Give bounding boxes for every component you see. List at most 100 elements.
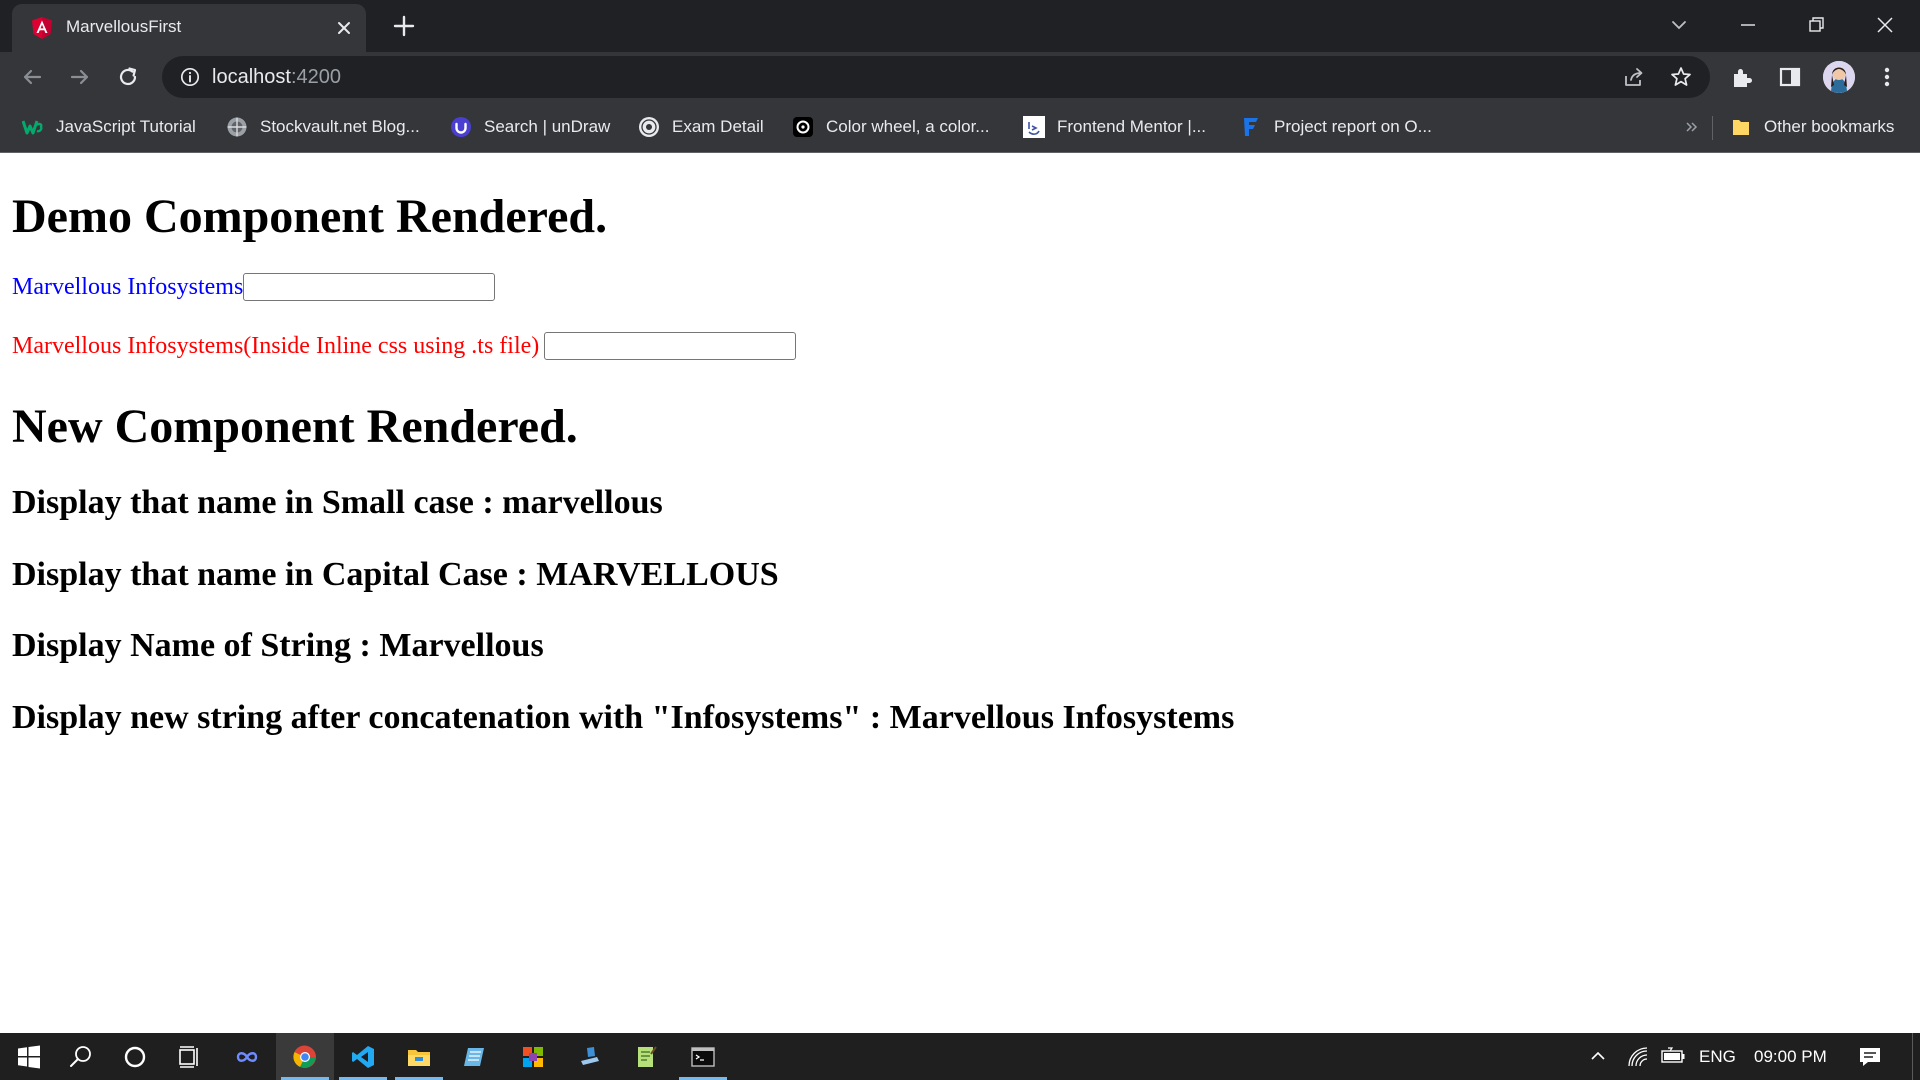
bookmark-project-report[interactable]: Project report on O... (1240, 114, 1432, 140)
profile-avatar[interactable] (1823, 61, 1855, 93)
folder-icon (1733, 120, 1749, 135)
bookmark-label: JavaScript Tutorial (56, 117, 196, 136)
office-app-icon (523, 1046, 543, 1067)
file-explorer-icon (408, 1049, 430, 1066)
tab-title: MarvellousFirst (66, 17, 182, 36)
bookmark-color-wheel[interactable]: Color wheel, a color... (792, 114, 989, 140)
blue-label: Marvellous Infosystems (12, 273, 244, 300)
wifi-icon[interactable] (1626, 1045, 1650, 1069)
bookmark-other-bookmarks[interactable]: Other bookmarks (1730, 114, 1894, 140)
battery-icon[interactable] (1660, 1045, 1686, 1067)
red-label-row: Marvellous Infosystems(Inside Inline css… (12, 332, 797, 360)
language-indicator[interactable]: ENG (1699, 1047, 1736, 1067)
bookmark-label: Stockvault.net Blog... (260, 117, 420, 136)
search-icon (70, 1045, 91, 1067)
infinity-app-button[interactable] (218, 1033, 276, 1080)
side-panel-icon[interactable] (1776, 63, 1804, 91)
clock[interactable]: 09:00 PM (1754, 1047, 1827, 1067)
bookmark-label: Color wheel, a color... (826, 117, 990, 136)
infinity-app-icon (236, 1051, 258, 1062)
capital-case-line: Display that name in Capital Case : MARV… (12, 556, 779, 593)
bookmarks-separator (1712, 116, 1713, 140)
notepad-plus-icon (638, 1045, 657, 1067)
undraw-icon (451, 117, 471, 137)
address-bar[interactable]: localhost:4200 (162, 56, 1710, 98)
search-button[interactable] (52, 1033, 110, 1080)
url-text[interactable]: localhost:4200 (212, 66, 341, 89)
start-button[interactable] (0, 1033, 58, 1080)
chevron-more-icon[interactable] (1683, 116, 1701, 138)
bookmark-frontend-mentor[interactable]: Frontend Mentor |... (1023, 114, 1206, 140)
browser-toolbar: localhost:4200 (0, 52, 1920, 102)
app-icon (581, 1046, 599, 1065)
extensions-icon[interactable] (1728, 63, 1756, 91)
bookmark-label: Other bookmarks (1764, 117, 1895, 136)
url-host: localhost (212, 66, 291, 88)
windows-taskbar: ENG 09:00 PM (0, 1033, 1920, 1080)
app-button[interactable] (561, 1033, 619, 1080)
notification-icon[interactable] (1857, 1044, 1883, 1070)
office-app-button[interactable] (504, 1033, 562, 1080)
terminal-icon (691, 1046, 715, 1067)
show-desktop-divider[interactable] (1912, 1033, 1913, 1080)
start-icon (18, 1045, 40, 1068)
notepad-app-icon (464, 1047, 484, 1066)
menu-dots-icon[interactable] (1873, 63, 1901, 91)
file-explorer-button[interactable] (390, 1033, 448, 1080)
text-input-2[interactable] (544, 332, 797, 360)
forward-icon[interactable] (66, 63, 94, 91)
vscode-icon (352, 1045, 374, 1068)
bookmark-stockvault[interactable]: Stockvault.net Blog... (226, 114, 420, 140)
w3schools-icon (22, 120, 43, 135)
notepad-plus-button[interactable] (617, 1033, 675, 1080)
bookmark-undraw[interactable]: Search | unDraw (450, 114, 610, 140)
reload-icon[interactable] (114, 63, 142, 91)
angular-icon (32, 17, 52, 39)
string-name-line: Display Name of String : Marvellous (12, 627, 544, 664)
tab-search-icon[interactable] (1664, 10, 1694, 40)
bookmark-javascript-tutorial[interactable]: JavaScript Tutorial (22, 114, 196, 140)
bookmark-exam-detail[interactable]: Exam Detail (638, 114, 764, 140)
stockvault-icon (227, 117, 247, 137)
terminal-button[interactable] (674, 1033, 732, 1080)
bookmark-star-icon[interactable] (1669, 65, 1693, 89)
text-input-1[interactable] (243, 273, 496, 301)
page-content: Demo Component Rendered. Marvellous Info… (0, 153, 1920, 1033)
tab-strip: MarvellousFirst (0, 0, 1920, 52)
browser-tab-active[interactable]: MarvellousFirst (12, 4, 366, 52)
new-tab-icon[interactable] (390, 12, 418, 40)
task-view-icon (179, 1045, 198, 1068)
close-window-icon[interactable] (1870, 10, 1900, 40)
chrome-taskbar-button[interactable] (276, 1033, 334, 1080)
site-info-icon[interactable] (180, 67, 200, 87)
cortana-icon (124, 1046, 146, 1067)
concatenation-line: Display new string after concatenation w… (12, 699, 1235, 736)
minimize-icon[interactable] (1733, 10, 1763, 40)
frontend-mentor-icon (1023, 116, 1045, 138)
red-label: Marvellous Infosystems(Inside Inline css… (12, 332, 540, 359)
bookmark-label: Search | unDraw (484, 117, 611, 136)
share-icon[interactable] (1622, 65, 1646, 89)
url-port: :4200 (290, 66, 341, 88)
notepad-app-button[interactable] (446, 1033, 504, 1080)
project-report-icon (1244, 118, 1258, 136)
bookmark-label: Exam Detail (672, 117, 764, 136)
bookmarks-bar: JavaScript Tutorial Stockvault.net Blog.… (0, 102, 1920, 153)
restore-icon[interactable] (1801, 10, 1831, 40)
demo-component-heading: Demo Component Rendered. (12, 190, 608, 243)
small-case-line: Display that name in Small case : marvel… (12, 484, 663, 521)
new-component-heading: New Component Rendered. (12, 400, 578, 453)
profile-avatar-icon (1823, 61, 1855, 93)
task-view-button[interactable] (160, 1033, 218, 1080)
close-tab-icon[interactable] (334, 18, 354, 38)
blue-label-row: Marvellous Infosystems (12, 273, 496, 301)
back-icon[interactable] (18, 63, 46, 91)
bookmark-label: Project report on O... (1274, 117, 1432, 136)
chrome-icon (293, 1045, 316, 1068)
chevron-up-icon[interactable] (1587, 1045, 1609, 1067)
vscode-taskbar-button[interactable] (334, 1033, 392, 1080)
exam-icon (639, 117, 659, 137)
canva-icon (793, 117, 813, 137)
cortana-button[interactable] (106, 1033, 164, 1080)
bookmark-label: Frontend Mentor |... (1057, 117, 1206, 136)
